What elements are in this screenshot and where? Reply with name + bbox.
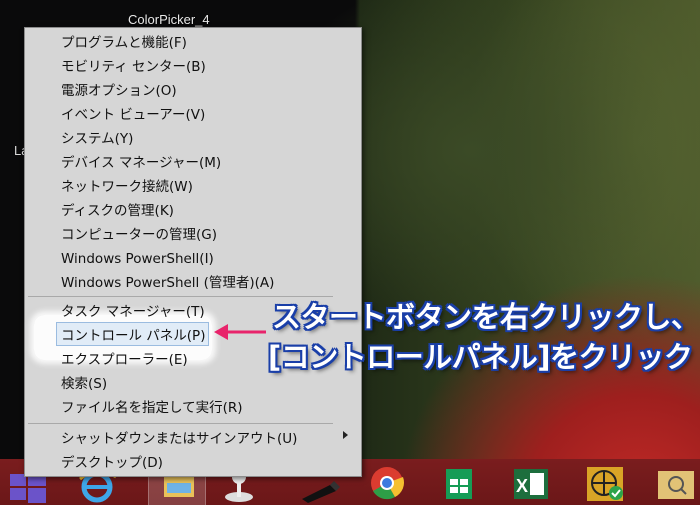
menu-item[interactable]: 電源オプション(O) [61,80,177,102]
menu-item[interactable]: シャットダウンまたはサインアウト(U) [61,428,297,450]
menu-item[interactable]: Windows PowerShell(I) [61,248,214,270]
menu-item[interactable]: プログラムと機能(F) [61,32,187,54]
menu-item[interactable]: システム(Y) [61,128,133,150]
menu-item[interactable]: コントロール パネル(P) [61,325,205,347]
annotation-line-1: スタートボタンを右クリックし、 [272,300,700,334]
network-globe-icon[interactable] [576,459,634,505]
chrome-icon[interactable] [358,459,416,505]
menu-separator [28,423,333,424]
menu-item[interactable]: ファイル名を指定して実行(R) [61,397,243,419]
menu-item[interactable]: タスク マネージャー(T) [61,301,205,323]
svg-text:X: X [516,476,528,496]
store-icon[interactable] [430,459,488,505]
search-folder-icon[interactable] [648,459,700,505]
menu-item[interactable]: デスクトップ(D) [61,452,163,474]
menu-item[interactable]: イベント ビューアー(V) [61,104,205,126]
menu-item[interactable]: コンピューターの管理(G) [61,224,217,246]
menu-item[interactable]: ネットワーク接続(W) [61,176,193,198]
menu-item[interactable]: Windows PowerShell (管理者)(A) [61,272,274,294]
annotation-line-2: [コントロールパネル]をクリック [268,340,693,374]
menu-item[interactable]: 検索(S) [61,373,107,395]
menu-item[interactable]: エクスプローラー(E) [61,349,188,371]
menu-item[interactable]: モビリティ センター(B) [61,56,206,78]
annotation-arrow-icon [214,324,266,340]
excel-icon[interactable]: X [502,459,560,505]
submenu-arrow-icon [343,431,348,439]
menu-item[interactable]: デバイス マネージャー(M) [61,152,221,174]
desktop-icon-label[interactable]: ColorPicker_4 [128,12,210,27]
menu-item[interactable]: ディスクの管理(K) [61,200,174,222]
